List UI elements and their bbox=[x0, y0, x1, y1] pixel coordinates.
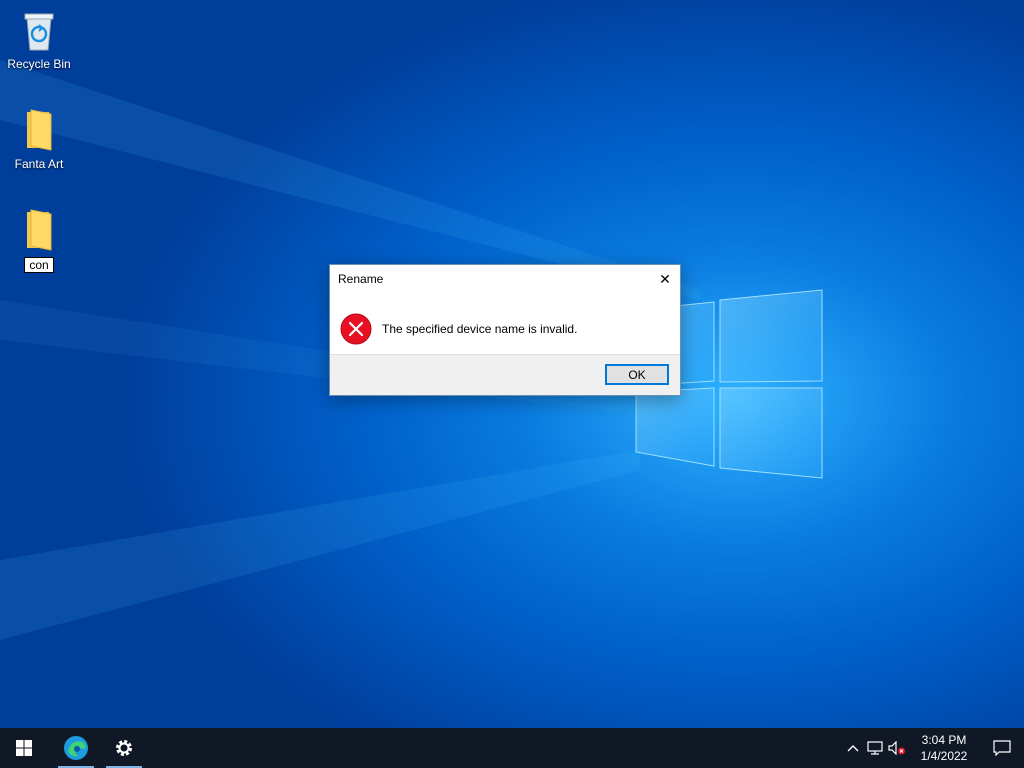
error-icon bbox=[340, 313, 372, 345]
action-center-button[interactable] bbox=[980, 728, 1024, 768]
volume-muted-icon bbox=[888, 741, 905, 755]
notification-icon bbox=[993, 740, 1011, 756]
clock-date: 1/4/2022 bbox=[920, 749, 968, 763]
dialog-title: Rename bbox=[338, 272, 384, 286]
desktop-icon-fanta-art[interactable]: Fanta Art bbox=[4, 108, 74, 171]
dialog-footer: OK bbox=[330, 354, 680, 395]
error-message: The specified device name is invalid. bbox=[382, 322, 578, 336]
taskbar: 3:04 PM 1/4/2022 bbox=[0, 728, 1024, 768]
desktop-icon-recycle-bin[interactable]: Recycle Bin bbox=[4, 8, 74, 71]
desktop-icon-label: Fanta Art bbox=[14, 157, 64, 171]
recycle-bin-icon bbox=[24, 13, 54, 51]
rename-error-dialog: Rename ✕ The specified device name is in… bbox=[329, 264, 681, 396]
start-button[interactable] bbox=[0, 728, 48, 768]
settings-icon bbox=[116, 740, 132, 756]
show-hidden-icons-button[interactable] bbox=[842, 728, 864, 768]
clock-time: 3:04 PM bbox=[921, 733, 967, 747]
ok-button[interactable]: OK bbox=[605, 364, 669, 385]
desktop-icon-con[interactable]: con bbox=[4, 208, 74, 273]
network-icon bbox=[867, 741, 883, 755]
dialog-titlebar[interactable]: Rename ✕ bbox=[330, 265, 680, 293]
close-button[interactable]: ✕ bbox=[650, 265, 680, 293]
start-icon bbox=[16, 740, 32, 756]
chevron-up-icon bbox=[847, 745, 859, 752]
taskbar-edge[interactable] bbox=[52, 728, 100, 768]
clock[interactable]: 3:04 PM 1/4/2022 bbox=[914, 732, 974, 764]
taskbar-settings[interactable] bbox=[100, 728, 148, 768]
folder-icon bbox=[27, 209, 52, 251]
edge-icon bbox=[64, 736, 88, 760]
rename-field[interactable]: con bbox=[24, 257, 54, 273]
close-icon: ✕ bbox=[659, 270, 671, 287]
folder-icon bbox=[27, 109, 52, 151]
desktop-icon-label: Recycle Bin bbox=[7, 57, 71, 71]
network-button[interactable] bbox=[864, 728, 886, 768]
volume-button[interactable] bbox=[886, 728, 908, 768]
system-tray: 3:04 PM 1/4/2022 bbox=[842, 728, 1024, 768]
